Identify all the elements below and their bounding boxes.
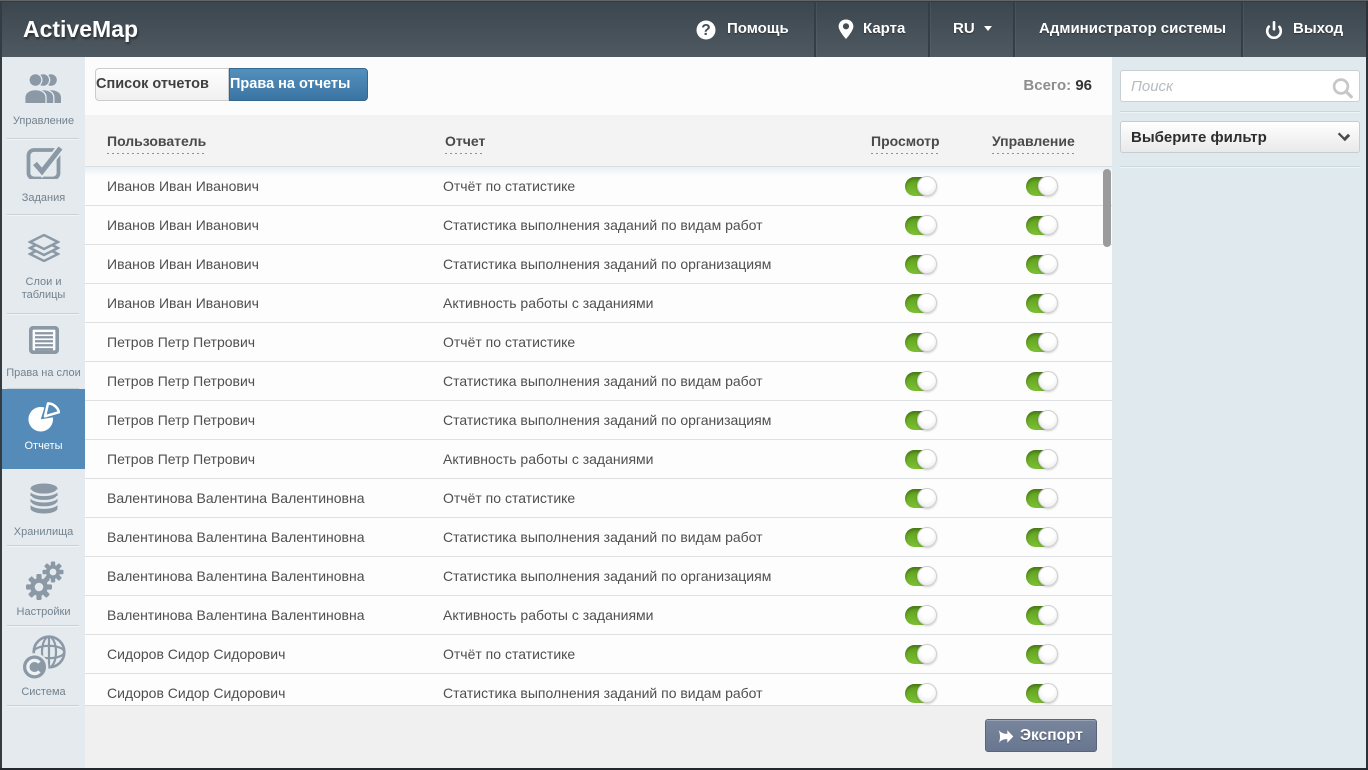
svg-text:?: ? (701, 22, 710, 39)
